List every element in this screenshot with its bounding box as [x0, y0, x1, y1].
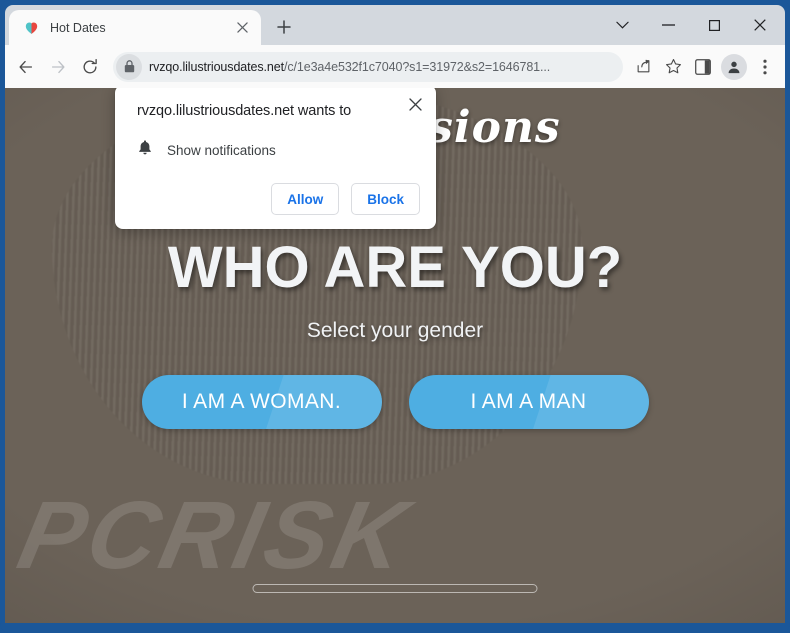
- page-title: WHO ARE YOU?: [167, 235, 623, 300]
- url-path: /c/1e3a4e532f1c7040?s1=31972&s2=1646781.…: [283, 59, 551, 74]
- address-bar[interactable]: rvzqo.lilustriousdates.net/c/1e3a4e532f1…: [113, 51, 623, 82]
- url-text: rvzqo.lilustriousdates.net/c/1e3a4e532f1…: [149, 60, 550, 74]
- block-button[interactable]: Block: [351, 183, 420, 215]
- dialog-permission-label: Show notifications: [167, 142, 276, 158]
- url-host: rvzqo.lilustriousdates.net: [149, 59, 284, 74]
- side-panel-icon[interactable]: [689, 53, 717, 81]
- window-controls: [599, 5, 785, 45]
- choice-man-button[interactable]: I AM A MAN: [408, 374, 649, 429]
- tab-close-icon[interactable]: [231, 17, 253, 39]
- page-viewport: PCRISK Hot Passions WHO ARE YOU? Select …: [5, 88, 785, 623]
- reload-icon[interactable]: [75, 52, 105, 82]
- maximize-icon[interactable]: [691, 5, 737, 45]
- browser-toolbar: rvzqo.lilustriousdates.net/c/1e3a4e532f1…: [5, 45, 785, 88]
- browser-window: Hot Dates rvzqo.lilustriousdates.net/c/1…: [0, 0, 790, 633]
- page-bottom-bar[interactable]: [252, 584, 538, 593]
- lock-icon[interactable]: [116, 53, 142, 80]
- allow-button[interactable]: Allow: [271, 183, 340, 215]
- bell-icon: [137, 139, 153, 161]
- minimize-icon[interactable]: [645, 5, 691, 45]
- tab-strip: Hot Dates: [5, 5, 785, 45]
- dialog-actions: Allow Block: [137, 183, 420, 215]
- tab-search-icon[interactable]: [599, 5, 645, 45]
- tab-title: Hot Dates: [50, 20, 106, 35]
- new-tab-button[interactable]: [269, 12, 299, 42]
- choice-woman-button[interactable]: I AM A WOMAN.: [141, 374, 382, 429]
- share-icon[interactable]: [629, 53, 657, 81]
- heart-icon: [23, 19, 40, 36]
- hero-section: WHO ARE YOU? Select your gender I AM A W…: [5, 235, 785, 429]
- star-icon[interactable]: [659, 53, 687, 81]
- avatar-icon[interactable]: [721, 53, 747, 80]
- forward-arrow-icon: [43, 52, 73, 82]
- dialog-permission-row: Show notifications: [137, 139, 420, 161]
- back-arrow-icon[interactable]: [11, 52, 41, 82]
- notification-permission-dialog: rvzqo.lilustriousdates.net wants to Show…: [115, 88, 436, 229]
- gender-choice-group: I AM A WOMAN. I AM A MAN: [5, 374, 785, 429]
- dialog-close-icon[interactable]: [404, 93, 426, 115]
- page-subtitle: Select your gender: [306, 318, 484, 342]
- browser-tab[interactable]: Hot Dates: [9, 10, 261, 45]
- dialog-title: rvzqo.lilustriousdates.net wants to: [137, 103, 352, 119]
- three-dot-menu-icon[interactable]: [751, 53, 779, 81]
- close-icon[interactable]: [737, 5, 783, 45]
